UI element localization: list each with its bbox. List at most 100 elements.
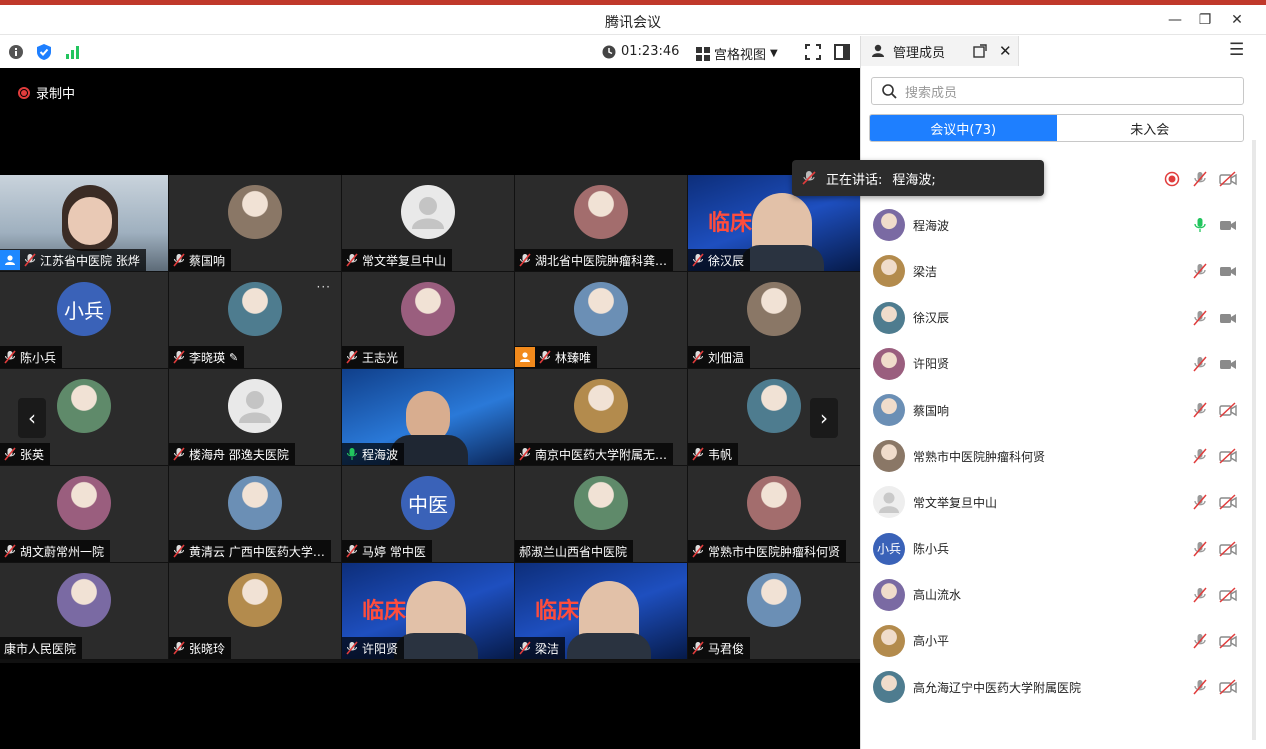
mic-muted-icon[interactable] — [1191, 541, 1209, 557]
mic-muted-icon[interactable] — [1191, 679, 1209, 695]
more-options-icon[interactable]: ··· — [317, 280, 331, 294]
participant-name: 胡文蔚常州一院 — [20, 544, 105, 559]
mic-muted-icon[interactable] — [1191, 356, 1209, 372]
camera-on-icon[interactable] — [1219, 356, 1237, 372]
mic-muted-icon[interactable] — [1191, 494, 1209, 510]
info-icon[interactable] — [7, 43, 25, 61]
camera-off-icon[interactable] — [1219, 402, 1237, 418]
host-badge-icon — [0, 250, 20, 270]
participant-tile[interactable]: 张晓玲 — [169, 563, 341, 659]
participant-tile[interactable]: 临床 梁洁 — [515, 563, 687, 659]
member-row[interactable]: 蔡国响 — [861, 387, 1266, 433]
fullscreen-icon[interactable] — [804, 43, 822, 61]
mic-muted-icon[interactable] — [1191, 263, 1209, 279]
camera-on-icon[interactable] — [1219, 263, 1237, 279]
signal-icon[interactable] — [64, 43, 82, 61]
popout-icon[interactable] — [973, 44, 987, 58]
tab-in-meeting[interactable]: 会议中(73) — [870, 115, 1057, 141]
participant-tile[interactable]: ··· 李晓瑛 ✎ — [169, 272, 341, 368]
camera-off-icon[interactable] — [1219, 633, 1237, 649]
mic-muted-icon[interactable] — [1191, 310, 1209, 326]
participant-tile[interactable]: 康市人民医院 — [0, 563, 168, 659]
member-row[interactable]: 梁洁 — [861, 248, 1266, 294]
sidebar-toggle-icon[interactable] — [833, 43, 851, 61]
participant-name: 湖北省中医院肿瘤科龚… — [535, 253, 668, 268]
member-name-block: 陈小兵 — [913, 540, 949, 557]
edit-icon[interactable]: ✎ — [229, 351, 238, 364]
member-row[interactable]: 高山流水 — [861, 572, 1266, 618]
camera-off-icon[interactable] — [1219, 171, 1237, 187]
member-list-scrollbar[interactable] — [1252, 140, 1256, 740]
participant-name: 王志光 — [362, 350, 399, 365]
member-row[interactable]: 高允海辽宁中医药大学附属医院 — [861, 664, 1266, 710]
mic-muted-icon[interactable] — [1191, 402, 1209, 418]
participant-tile[interactable]: 程海波 — [342, 369, 514, 465]
participant-tile[interactable]: 王志光 — [342, 272, 514, 368]
participant-tile[interactable]: 黄清云 广西中医药大学… — [169, 466, 341, 562]
member-row[interactable]: 程海波 — [861, 202, 1266, 248]
speaking-name: 程海波; — [892, 172, 936, 188]
camera-on-icon[interactable] — [1219, 217, 1237, 233]
member-name-block: 程海波 — [913, 217, 949, 234]
prev-page-button[interactable]: ‹ — [18, 398, 46, 438]
participant-tile[interactable]: 湖北省中医院肿瘤科龚… — [515, 175, 687, 271]
participant-tile[interactable]: 江苏省中医院 张烨 — [0, 175, 168, 271]
participant-name-label: 湖北省中医院肿瘤科龚… — [515, 249, 674, 271]
member-search-input[interactable]: 搜索成员 — [871, 77, 1244, 105]
mic-muted-icon[interactable] — [1191, 633, 1209, 649]
camera-off-icon[interactable] — [1219, 541, 1237, 557]
camera-off-icon[interactable] — [1219, 587, 1237, 603]
participant-tile[interactable]: 南京中医药大学附属无… — [515, 369, 687, 465]
close-panel-icon[interactable]: ✕ — [999, 42, 1012, 60]
member-segment-control: 会议中(73) 未入会 — [869, 114, 1244, 142]
menu-icon[interactable]: ☰ — [1229, 40, 1244, 60]
member-row[interactable]: 小兵 陈小兵 — [861, 526, 1266, 572]
participant-tile[interactable]: 小兵 陈小兵 — [0, 272, 168, 368]
participant-name-label: 许阳贤 — [342, 637, 405, 659]
shield-icon[interactable] — [35, 43, 53, 61]
tab-manage-members[interactable]: 管理成员 ✕ — [861, 36, 1019, 66]
participant-tile[interactable]: 常文举复旦中山 — [342, 175, 514, 271]
minimize-icon[interactable]: — — [1164, 9, 1186, 31]
mic-muted-icon — [519, 447, 531, 461]
mic-muted-icon[interactable] — [1191, 587, 1209, 603]
camera-off-icon[interactable] — [1219, 494, 1237, 510]
view-mode-dropdown[interactable]: 宫格视图 ▼ — [696, 44, 778, 63]
camera-off-icon[interactable] — [1219, 679, 1237, 695]
participant-tile[interactable]: 马君俊 — [688, 563, 860, 659]
participant-tile[interactable]: 常熟市中医院肿瘤科何贤 — [688, 466, 860, 562]
avatar — [228, 185, 282, 239]
participant-tile[interactable]: 郝淑兰山西省中医院 — [515, 466, 687, 562]
clock-icon — [602, 45, 616, 58]
tab-not-joined[interactable]: 未入会 — [1057, 115, 1244, 141]
participant-name: 韦帆 — [708, 447, 733, 462]
participant-tile[interactable]: 林臻唯 — [515, 272, 687, 368]
camera-off-icon[interactable] — [1219, 448, 1237, 464]
member-row[interactable]: 常文举复旦中山 — [861, 479, 1266, 525]
participant-tile[interactable]: 临床 许阳贤 — [342, 563, 514, 659]
mic-muted-icon[interactable] — [1191, 448, 1209, 464]
member-avatar — [873, 394, 905, 427]
member-row[interactable]: 许阳贤 — [861, 341, 1266, 387]
mic-muted-icon — [4, 350, 16, 364]
participant-tile[interactable]: 刘佃温 — [688, 272, 860, 368]
member-row[interactable]: 常熟市中医院肿瘤科何贤 — [861, 433, 1266, 479]
camera-on-icon[interactable] — [1219, 310, 1237, 326]
search-placeholder: 搜索成员 — [905, 85, 958, 101]
participant-tile[interactable]: 胡文蔚常州一院 — [0, 466, 168, 562]
mic-muted-icon[interactable] — [1191, 171, 1209, 187]
participant-name: 楼海舟 邵逸夫医院 — [189, 447, 289, 462]
participant-tile[interactable]: 楼海舟 邵逸夫医院 — [169, 369, 341, 465]
member-row[interactable]: 徐汉辰 — [861, 295, 1266, 341]
close-icon[interactable]: ✕ — [1226, 9, 1248, 31]
participant-tile[interactable]: 中医 马婷 常中医 — [342, 466, 514, 562]
mic-on-icon[interactable] — [1191, 217, 1209, 233]
member-row[interactable]: 高小平 — [861, 618, 1266, 664]
member-status-icons — [1191, 310, 1237, 326]
avatar — [228, 573, 282, 627]
participant-name: 李晓瑛 — [189, 350, 226, 365]
next-page-button[interactable]: › — [810, 398, 838, 438]
participant-tile[interactable]: 蔡国响 — [169, 175, 341, 271]
restore-icon[interactable]: ❐ — [1194, 9, 1216, 31]
participant-name: 程海波 — [362, 447, 399, 462]
